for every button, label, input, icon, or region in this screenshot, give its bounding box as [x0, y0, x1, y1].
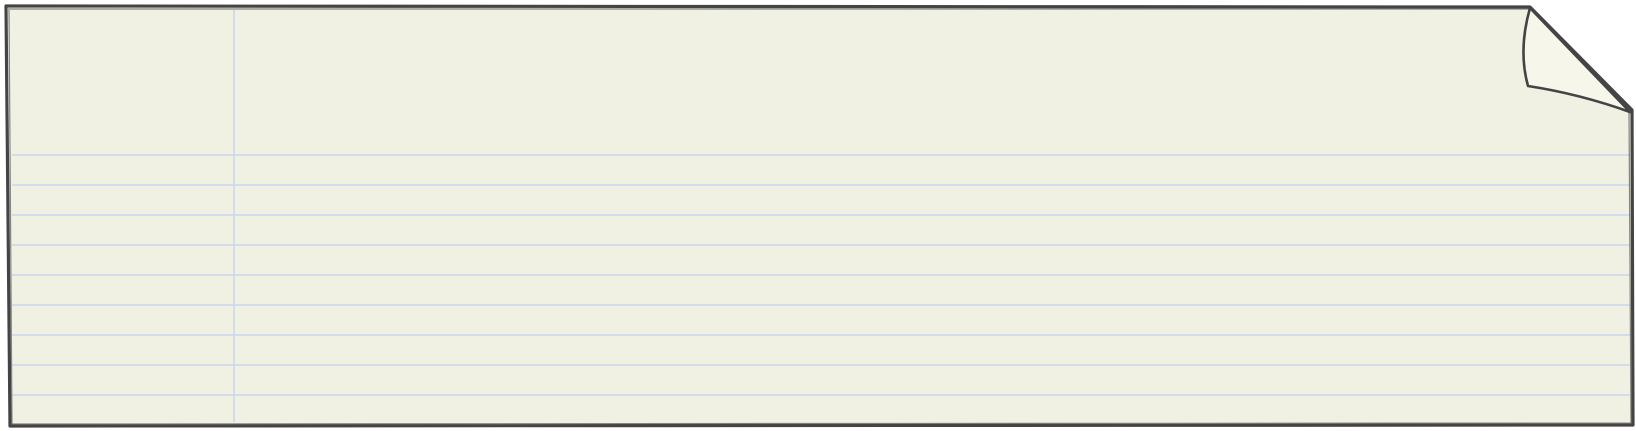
paper-sheet: [8, 8, 1632, 424]
lined-paper-note: [0, 0, 1636, 431]
note-canvas: [4, 4, 1635, 428]
